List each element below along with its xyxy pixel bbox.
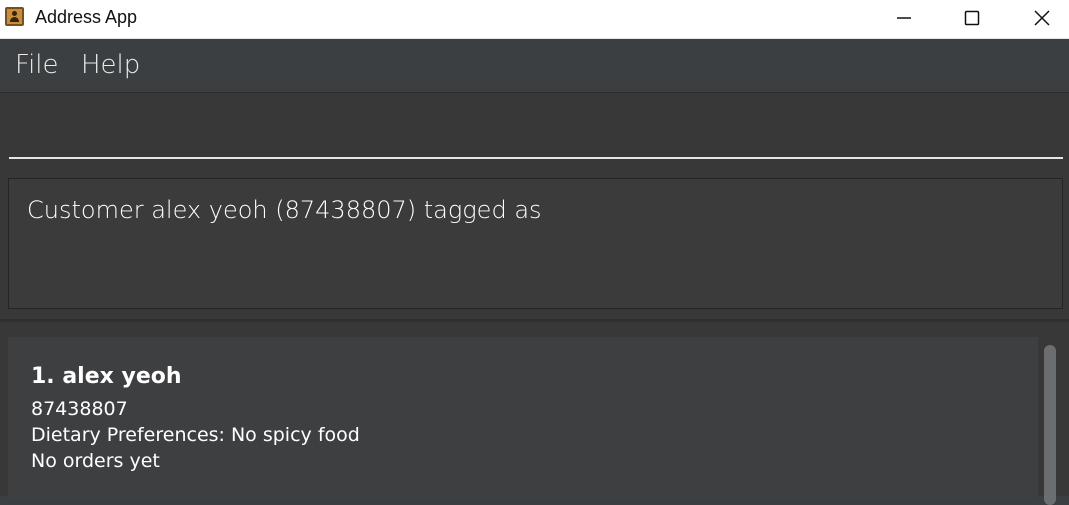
person-phone: 87438807 <box>31 398 128 420</box>
person-list: 1. alex yeoh 87438807 Dietary Preference… <box>0 319 1069 505</box>
command-box <box>0 93 1069 169</box>
person-dietary-preferences: Dietary Preferences: No spicy food <box>31 424 360 446</box>
menu-file[interactable]: File <box>15 49 59 81</box>
minimize-icon <box>897 17 911 19</box>
list-scrollbar[interactable] <box>1041 337 1058 505</box>
address-book-icon <box>5 7 24 26</box>
window-title: Address App <box>35 7 138 27</box>
minimize-button[interactable] <box>870 0 940 36</box>
maximize-button[interactable] <box>938 0 1008 36</box>
person-name: 1. alex yeoh <box>31 364 182 389</box>
result-display-area: Customer alex yeoh (87438807) tagged as <box>0 169 1069 319</box>
menu-help[interactable]: Help <box>81 49 140 81</box>
result-message: Customer alex yeoh (87438807) tagged as <box>27 196 542 224</box>
scrollbar-thumb[interactable] <box>1044 345 1056 505</box>
person-orders: No orders yet <box>31 450 160 472</box>
close-icon <box>1034 10 1050 26</box>
maximize-icon <box>964 10 980 26</box>
person-card[interactable]: 1. alex yeoh 87438807 Dietary Preference… <box>8 337 1038 499</box>
title-bar: Address App <box>0 0 1069 39</box>
command-input[interactable] <box>9 93 1063 159</box>
menu-bar: File Help <box>0 39 1069 93</box>
result-display: Customer alex yeoh (87438807) tagged as <box>8 178 1063 309</box>
close-button[interactable] <box>1008 0 1069 36</box>
